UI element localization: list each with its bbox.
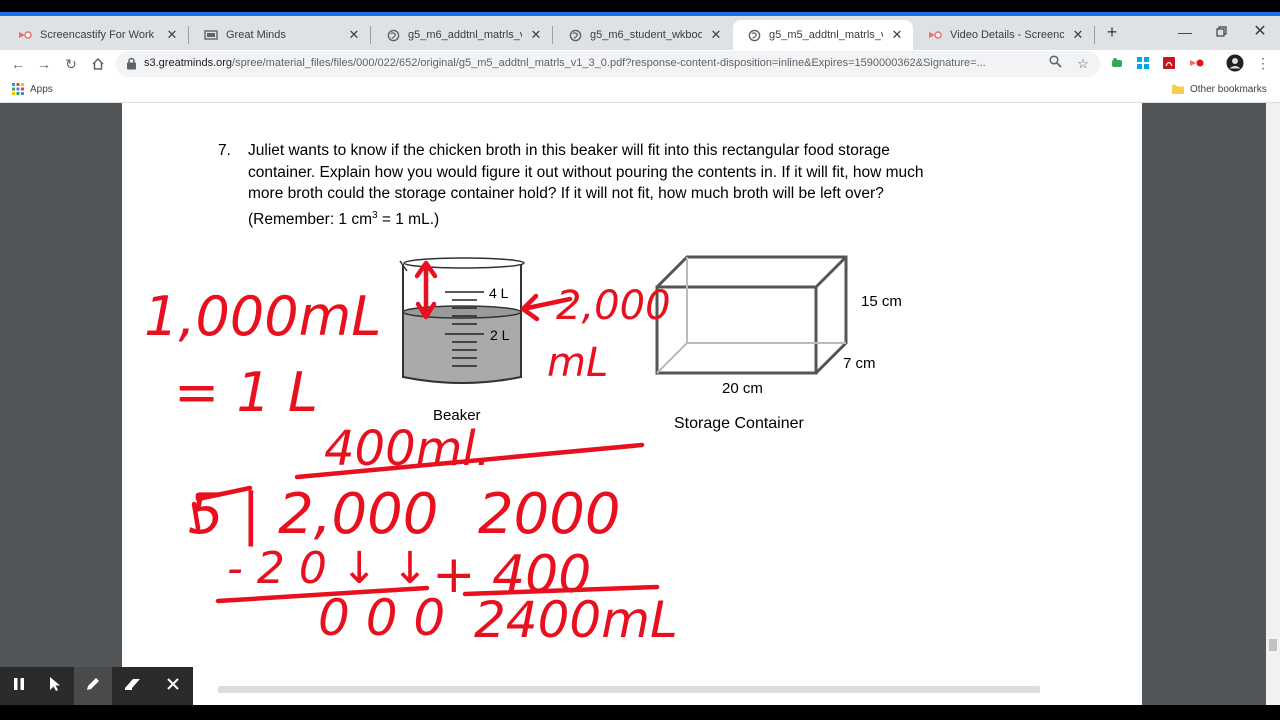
zoom-icon[interactable] <box>1046 55 1064 73</box>
tab-title: Screencastify For Work | The <box>40 29 158 41</box>
ink-2000: 2,000 <box>556 283 671 329</box>
url-text: s3.greatminds.org/spree/material_files/f… <box>144 57 1024 69</box>
eraser-icon <box>123 676 143 697</box>
cursor-button[interactable] <box>36 667 74 705</box>
screencastify-icon <box>18 28 32 42</box>
beaker-arrow <box>414 260 438 320</box>
ink-annotations: 1,000mL = 1 L 2,000 mL 400ml. 5 | 2,000 … <box>144 260 678 649</box>
pen-icon <box>84 675 102 698</box>
tab-g5-m6-addtnl[interactable]: g5_m6_addtnl_matrls_v1_3_0 ✕ <box>372 20 552 50</box>
window-close-button[interactable]: ✕ <box>1245 20 1275 44</box>
ink-400ml: 400ml. <box>324 421 491 477</box>
screencastify-icon <box>928 28 942 42</box>
ink-subtract: - 2 0 ↓ ↓ <box>227 543 429 594</box>
pdf-extension-icon[interactable] <box>1160 54 1178 72</box>
apps-grid-icon <box>12 83 24 95</box>
horizontal-scrollbar[interactable] <box>218 686 1040 693</box>
close-tab-icon[interactable]: ✕ <box>164 27 180 43</box>
profile-avatar[interactable] <box>1226 54 1244 72</box>
tab-bar: Screencastify For Work | The ✕ Great Min… <box>0 16 1280 50</box>
address-bar[interactable]: s3.greatminds.org/spree/material_files/f… <box>116 51 1100 77</box>
tab-title: g5_m6_addtnl_matrls_v1_3_0 <box>408 29 522 41</box>
pdf-page: 7. Juliet wants to know if the chicken b… <box>122 103 1142 705</box>
cursor-icon <box>48 676 62 697</box>
ink-division: 5 | 2,000 <box>188 482 438 547</box>
tab-separator <box>188 26 189 44</box>
ink-remainder: 0 0 0 <box>318 589 445 647</box>
menu-dots-icon[interactable]: ⋮ <box>1254 54 1272 72</box>
apps-label: Apps <box>30 83 53 95</box>
tab-screencastify[interactable]: Screencastify For Work | The ✕ <box>4 20 188 50</box>
close-tab-icon[interactable]: ✕ <box>1070 27 1086 43</box>
window-top-strip <box>0 0 1280 16</box>
new-tab-button[interactable]: + <box>1102 22 1122 42</box>
tab-great-minds[interactable]: Great Minds ✕ <box>190 20 370 50</box>
ink-2400ml: 2400mL <box>474 591 678 649</box>
close-tab-icon[interactable]: ✕ <box>346 27 362 43</box>
ink-ml: mL <box>547 340 608 386</box>
globe-icon <box>747 28 761 42</box>
browser-toolbar: ← → ↻ s3.greatminds.org/spree/material_f… <box>0 50 1280 78</box>
reload-button[interactable]: ↻ <box>61 54 81 74</box>
bottom-black-bar <box>0 705 1280 720</box>
tab-separator <box>370 26 371 44</box>
lock-icon[interactable] <box>126 57 137 75</box>
pause-button[interactable] <box>0 667 38 705</box>
annotation-toolbar <box>0 667 193 705</box>
restore-button[interactable] <box>1207 20 1237 44</box>
tab-separator <box>1094 26 1095 44</box>
great-minds-icon <box>204 28 218 42</box>
globe-icon <box>568 28 582 42</box>
scrollbar-thumb[interactable] <box>1269 639 1277 651</box>
pdf-viewer: 7. Juliet wants to know if the chicken b… <box>0 103 1280 705</box>
url-path: /spree/material_files/files/000/022/652/… <box>232 57 986 69</box>
tab-title: Video Details - Screencastify <box>950 29 1064 41</box>
back-button[interactable]: ← <box>8 54 28 74</box>
vertical-scrollbar[interactable] <box>1266 103 1280 705</box>
bookmark-star-icon[interactable]: ☆ <box>1074 55 1092 73</box>
pen-button[interactable] <box>74 667 112 705</box>
tab-g5-m5-addtnl-active[interactable]: g5_m5_addtnl_matrls_v1_3_0 ✕ <box>733 20 913 50</box>
tab-title: g5_m6_student_wkbook_v1_ <box>590 29 702 41</box>
url-host: s3.greatminds.org <box>144 57 233 69</box>
tab-g5-m6-student[interactable]: g5_m6_student_wkbook_v1_ ✕ <box>554 20 732 50</box>
forward-button[interactable]: → <box>34 54 54 74</box>
ink-equals-1L: = 1 L <box>174 361 318 424</box>
ink-1000ml: 1,000mL <box>144 285 381 348</box>
minimize-button[interactable]: — <box>1170 20 1200 44</box>
ink-2000-sum: 2000 <box>478 482 621 547</box>
eraser-button[interactable] <box>114 667 152 705</box>
extension-green-icon[interactable] <box>1108 54 1126 72</box>
home-button[interactable] <box>88 54 108 74</box>
folder-icon <box>1172 83 1184 95</box>
tab-video-details[interactable]: Video Details - Screencastify ✕ <box>914 20 1094 50</box>
other-bookmarks-label: Other bookmarks <box>1190 83 1267 95</box>
close-tab-icon[interactable]: ✕ <box>528 27 544 43</box>
globe-icon <box>386 28 400 42</box>
tab-title: Great Minds <box>226 29 286 41</box>
tab-separator <box>552 26 553 44</box>
bookmarks-bar: Apps Other bookmarks <box>0 78 1280 103</box>
close-recorder-button[interactable] <box>154 667 192 705</box>
close-tab-icon[interactable]: ✕ <box>708 27 724 43</box>
screencastify-extension-icon[interactable] <box>1188 54 1206 72</box>
close-icon <box>166 677 180 696</box>
apps-shortcut[interactable]: Apps <box>12 83 53 95</box>
close-tab-icon[interactable]: ✕ <box>889 27 905 43</box>
other-bookmarks[interactable]: Other bookmarks <box>1172 83 1267 95</box>
tab-title: g5_m5_addtnl_matrls_v1_3_0 <box>769 29 883 41</box>
pause-icon <box>13 677 25 696</box>
extension-grid-icon[interactable] <box>1134 54 1152 72</box>
